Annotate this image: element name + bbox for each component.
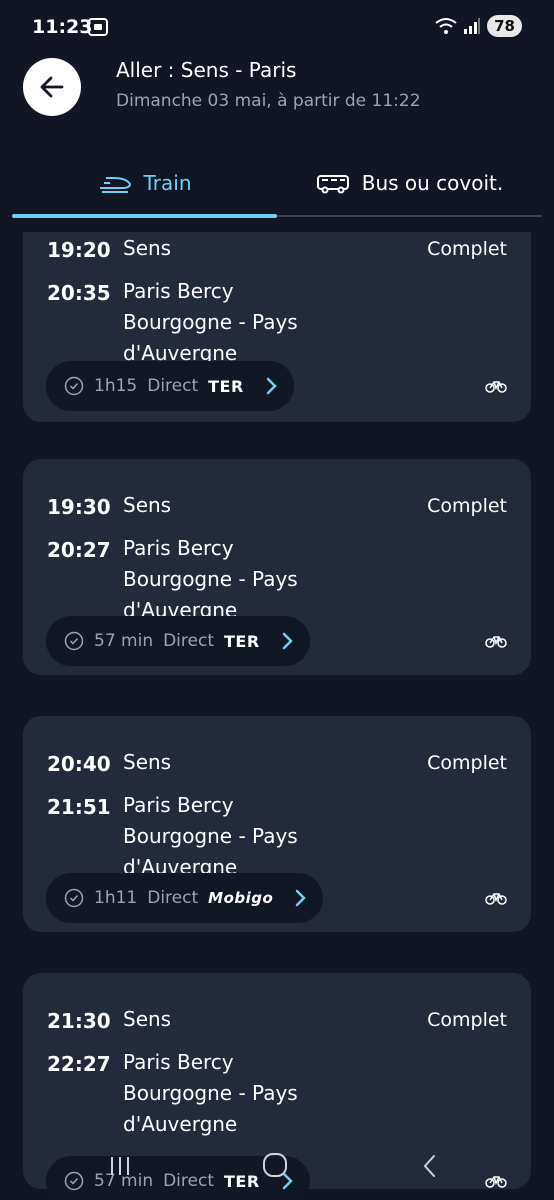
train-icon xyxy=(99,177,131,193)
chevron-right-icon xyxy=(266,377,277,395)
mobigo-logo: Mobigo xyxy=(208,889,274,907)
departure-station: Sens xyxy=(123,236,172,260)
connection-type: Direct xyxy=(147,888,199,908)
operator-label: TER xyxy=(224,631,260,651)
wifi-icon xyxy=(435,18,457,34)
connection-type: Direct xyxy=(163,631,214,651)
chevron-right-icon xyxy=(296,889,307,907)
bike-icon xyxy=(485,381,507,393)
tab-train[interactable]: Train xyxy=(12,150,277,216)
journey-card[interactable]: 20:40 Sens Complet 21:51 Paris Bercy Bou… xyxy=(23,716,531,932)
departure-time: 19:30 xyxy=(47,495,111,519)
departure-station: Sens xyxy=(123,1007,172,1031)
availability-status: Complet xyxy=(427,495,507,517)
arrival-station: Paris Bercy Bourgogne - Pays d'Auvergne xyxy=(123,279,298,365)
nav-back-icon[interactable] xyxy=(420,1154,440,1178)
duration: 57 min xyxy=(94,631,154,651)
bike-icon xyxy=(485,893,507,905)
operator-label: TER xyxy=(208,376,244,396)
availability-status: Complet xyxy=(427,752,507,774)
arrow-left-icon xyxy=(40,76,64,98)
status-time: 11:23 xyxy=(32,16,93,38)
journey-card[interactable]: 19:30 Sens Complet 20:27 Paris Bercy Bou… xyxy=(23,459,531,675)
clock-icon xyxy=(64,376,84,396)
availability-status: Complet xyxy=(427,238,507,260)
journey-card[interactable]: 19:20 Sens Complet 20:35 Paris Bercy Bou… xyxy=(23,232,531,422)
system-nav-bar xyxy=(0,1140,554,1200)
status-bar: 11:23 78 xyxy=(0,0,554,52)
arrival-time: 20:27 xyxy=(47,538,111,562)
connection-type: Direct xyxy=(147,376,199,396)
home-icon[interactable] xyxy=(262,1152,288,1178)
departure-time: 19:20 xyxy=(47,238,111,262)
arrival-time: 20:35 xyxy=(47,281,111,305)
screen-record-icon xyxy=(88,18,108,36)
clock-icon xyxy=(64,888,84,908)
page-subtitle: Dimanche 03 mai, à partir de 11:22 xyxy=(116,91,421,111)
departure-station: Sens xyxy=(123,493,172,517)
chevron-right-icon xyxy=(282,632,293,650)
tab-bus-label: Bus ou covoit. xyxy=(361,171,504,195)
journey-details-button[interactable]: 57 min Direct TER xyxy=(46,616,310,666)
arrival-time: 21:51 xyxy=(47,795,111,819)
journey-details-button[interactable]: 1h11 Direct Mobigo xyxy=(46,873,324,923)
tab-train-label: Train xyxy=(143,171,192,195)
bus-icon xyxy=(316,175,349,194)
page-title: Aller : Sens - Paris xyxy=(116,58,297,82)
departure-time: 20:40 xyxy=(47,752,111,776)
battery-indicator: 78 xyxy=(487,15,522,37)
signal-icon xyxy=(464,18,481,34)
tab-divider xyxy=(277,215,542,217)
journey-details-button[interactable]: 1h15 Direct TER xyxy=(46,361,294,411)
back-button[interactable] xyxy=(23,58,81,116)
tab-active-indicator xyxy=(12,214,277,218)
recents-icon[interactable] xyxy=(108,1154,132,1178)
departure-station: Sens xyxy=(123,750,172,774)
journey-list[interactable]: 19:20 Sens Complet 20:35 Paris Bercy Bou… xyxy=(0,232,554,1200)
arrival-station: Paris Bercy Bourgogne - Pays d'Auvergne xyxy=(123,1050,298,1136)
bike-icon xyxy=(485,636,507,648)
arrival-station: Paris Bercy Bourgogne - Pays d'Auvergne xyxy=(123,793,298,879)
departure-time: 21:30 xyxy=(47,1009,111,1033)
arrival-time: 22:27 xyxy=(47,1052,111,1076)
duration: 1h15 xyxy=(94,376,138,396)
transport-tabs: Train Bus ou covoit. xyxy=(12,150,542,220)
duration: 1h11 xyxy=(94,888,138,908)
tab-bus[interactable]: Bus ou covoit. xyxy=(277,150,542,216)
clock-icon xyxy=(64,631,84,651)
arrival-station: Paris Bercy Bourgogne - Pays d'Auvergne xyxy=(123,536,298,622)
availability-status: Complet xyxy=(427,1009,507,1031)
